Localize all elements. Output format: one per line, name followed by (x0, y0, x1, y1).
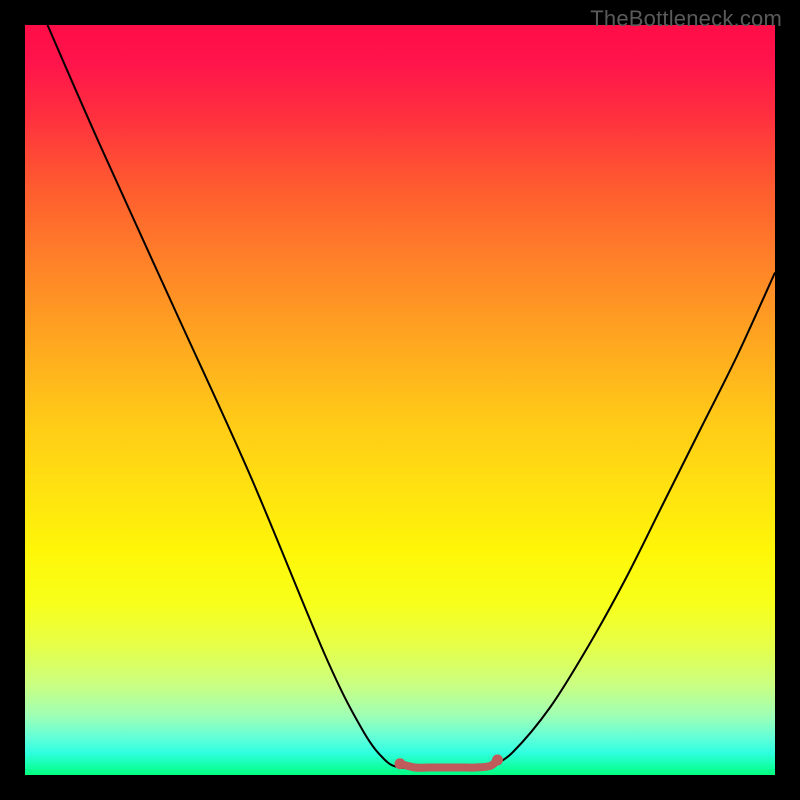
curve-left-descending (48, 25, 416, 768)
watermark-text: TheBottleneck.com (590, 6, 782, 32)
chart-plot-area (25, 25, 775, 775)
curve-right-ascending (490, 273, 775, 768)
valley-marker-right-endpoint (492, 755, 503, 766)
chart-curve-svg (25, 25, 775, 775)
valley-floor-marker (400, 760, 498, 768)
valley-marker-left-endpoint (395, 758, 406, 769)
